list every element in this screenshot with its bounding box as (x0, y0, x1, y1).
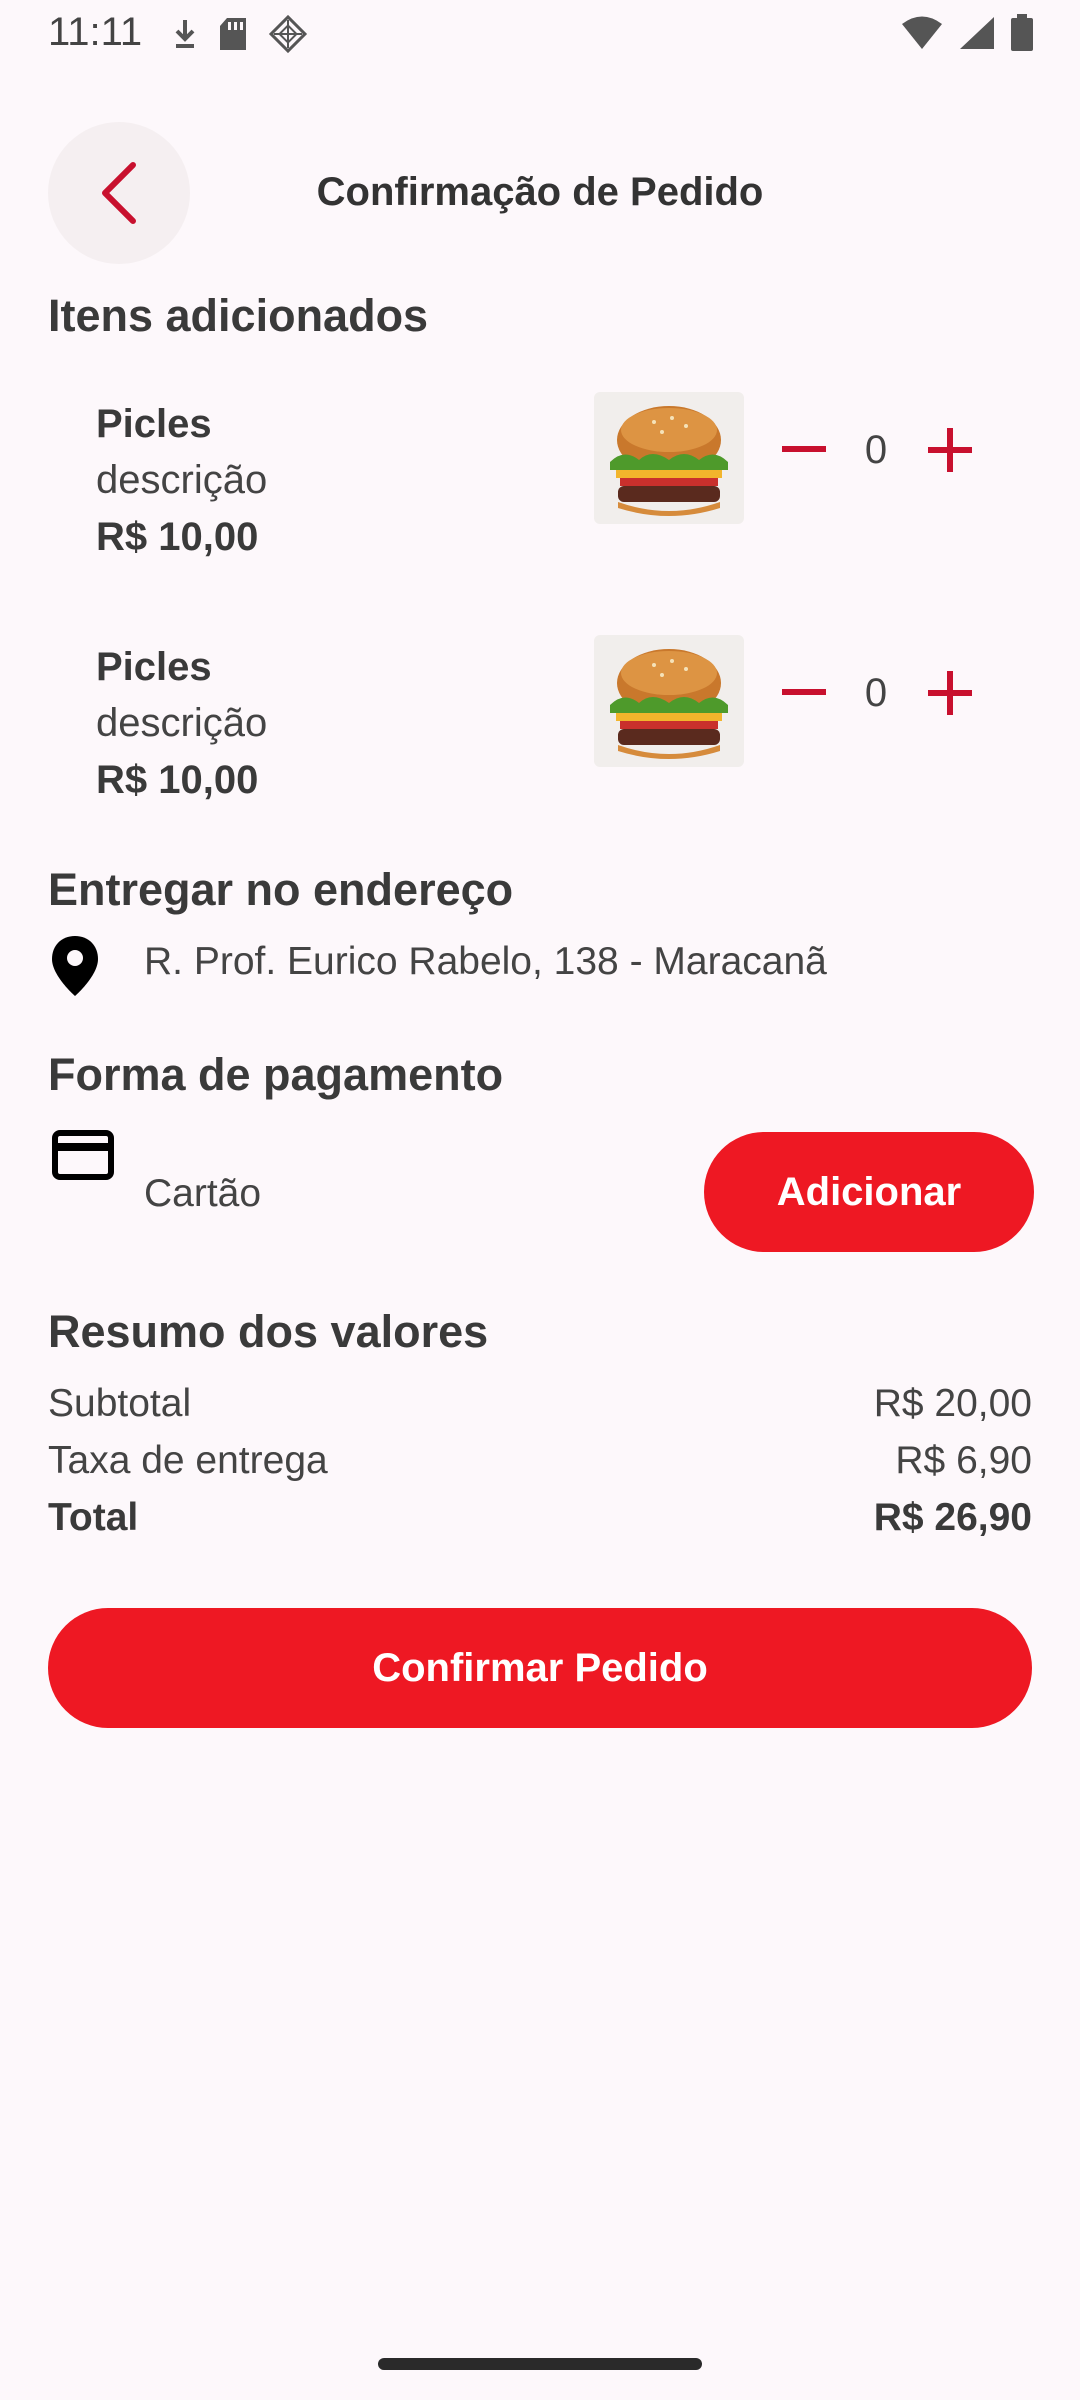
location-pin-icon (52, 936, 98, 996)
minus-icon (782, 446, 826, 452)
item-name: Picles (96, 645, 212, 689)
delivery-fee-row: Taxa de entrega R$ 6,90 (48, 1439, 1032, 1483)
sd-card-icon (220, 18, 246, 50)
burger-image (594, 635, 744, 767)
decrease-quantity-button[interactable] (776, 422, 832, 478)
credit-card-icon (52, 1130, 114, 1180)
subtotal-value: R$ 20,00 (873, 1382, 1032, 1425)
sync-icon (268, 14, 308, 54)
items-section-title: Itens adicionados (48, 290, 429, 341)
item-price: R$ 10,00 (96, 515, 259, 559)
total-label: Total (48, 1496, 139, 1539)
payment-method-label: Cartão (144, 1172, 262, 1215)
confirm-order-button[interactable]: Confirmar Pedido (48, 1608, 1032, 1728)
item-quantity: 0 (864, 428, 888, 472)
status-icons-right (900, 14, 1034, 52)
summary-section-title: Resumo dos valores (48, 1306, 489, 1357)
subtotal-row: Subtotal R$ 20,00 (48, 1382, 1032, 1426)
increase-quantity-button[interactable] (922, 422, 978, 478)
decrease-quantity-button[interactable] (776, 665, 832, 721)
item-price: R$ 10,00 (96, 758, 259, 802)
subtotal-label: Subtotal (48, 1382, 192, 1425)
burger-image (594, 392, 744, 524)
total-row: Total R$ 26,90 (48, 1496, 1032, 1540)
plus-icon (928, 428, 972, 472)
item-quantity: 0 (864, 671, 888, 715)
signal-icon (960, 17, 994, 49)
item-name: Picles (96, 402, 212, 446)
download-icon (175, 20, 195, 48)
payment-section-title: Forma de pagamento (48, 1049, 504, 1100)
status-bar: 11:11 (0, 0, 1080, 70)
home-indicator[interactable] (378, 2358, 702, 2370)
page-title: Confirmação de Pedido (316, 170, 764, 214)
cart-item: Picles descrição R$ 10,00 0 (0, 635, 1080, 845)
item-description: descrição (96, 701, 268, 745)
address-text: R. Prof. Eurico Rabelo, 138 - Maracanã (144, 940, 827, 983)
plus-icon (928, 671, 972, 715)
status-icons-left (172, 14, 308, 54)
status-time: 11:11 (48, 10, 143, 54)
item-description: descrição (96, 458, 268, 502)
minus-icon (782, 689, 826, 695)
wifi-icon (902, 16, 942, 49)
delivery-fee-value: R$ 6,90 (895, 1439, 1032, 1482)
increase-quantity-button[interactable] (922, 665, 978, 721)
total-value: R$ 26,90 (873, 1496, 1032, 1539)
delivery-section-title: Entregar no endereço (48, 864, 514, 915)
battery-icon (1011, 14, 1033, 51)
cart-item: Picles descrição R$ 10,00 0 (0, 392, 1080, 602)
add-payment-button[interactable]: Adicionar (704, 1132, 1034, 1252)
delivery-fee-label: Taxa de entrega (48, 1439, 328, 1482)
delivery-address: R. Prof. Eurico Rabelo, 138 - Maracanã (48, 934, 827, 1003)
